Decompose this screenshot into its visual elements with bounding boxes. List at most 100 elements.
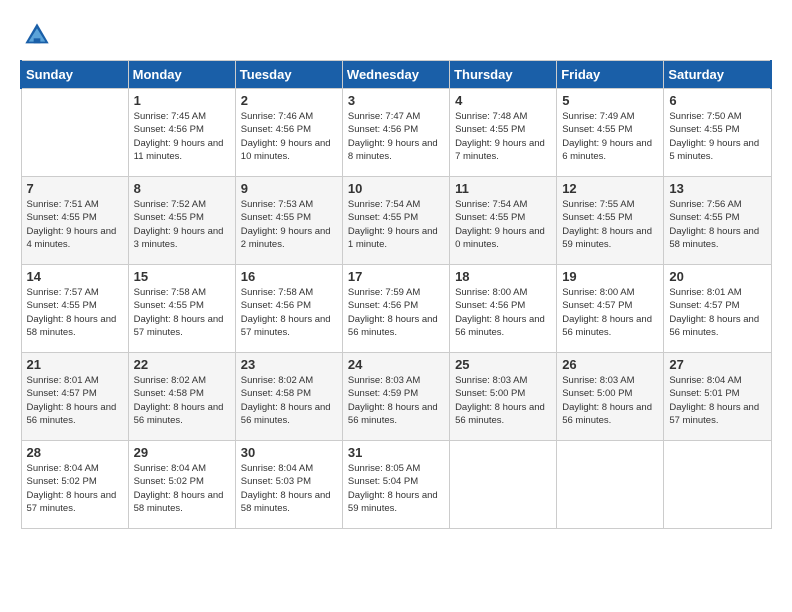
day-number: 8 xyxy=(134,181,230,196)
calendar-cell: 20Sunrise: 8:01 AMSunset: 4:57 PMDayligh… xyxy=(664,265,771,353)
col-friday: Friday xyxy=(557,61,664,89)
calendar-cell xyxy=(450,441,557,529)
calendar-cell: 11 Sunrise: 7:54 AMSunset: 4:55 PMDayligh… xyxy=(450,177,557,265)
day-info: Sunrise: 7:58 AMSunset: 4:56 PMDaylight:… xyxy=(241,286,337,339)
day-info: Sunrise: 7:54 AMSunset: 4:55 PMDaylight:… xyxy=(455,198,551,251)
col-sunday: Sunday xyxy=(21,61,128,89)
day-number: 10 xyxy=(348,181,444,196)
day-number: 13 xyxy=(669,181,765,196)
day-info: Sunrise: 8:03 AMSunset: 5:00 PMDaylight:… xyxy=(455,374,551,427)
page-header xyxy=(20,20,772,50)
day-number: 26 xyxy=(562,357,658,372)
calendar-cell: 1 Sunrise: 7:45 AMSunset: 4:56 PMDaylight… xyxy=(128,89,235,177)
day-info: Sunrise: 8:01 AMSunset: 4:57 PMDaylight:… xyxy=(27,374,123,427)
calendar-week-row: 1 Sunrise: 7:45 AMSunset: 4:56 PMDaylight… xyxy=(21,89,771,177)
logo-icon xyxy=(22,20,52,50)
day-info: Sunrise: 7:49 AMSunset: 4:55 PMDaylight:… xyxy=(562,110,658,163)
day-number: 9 xyxy=(241,181,337,196)
calendar-week-row: 21Sunrise: 8:01 AMSunset: 4:57 PMDayligh… xyxy=(21,353,771,441)
calendar-cell: 19 Sunrise: 8:00 AMSunset: 4:57 PMDayligh… xyxy=(557,265,664,353)
calendar-cell: 25 Sunrise: 8:03 AMSunset: 5:00 PMDayligh… xyxy=(450,353,557,441)
calendar-cell xyxy=(664,441,771,529)
calendar-cell xyxy=(21,89,128,177)
day-info: Sunrise: 7:56 AMSunset: 4:55 PMDaylight:… xyxy=(669,198,765,251)
day-info: Sunrise: 8:04 AMSunset: 5:03 PMDaylight:… xyxy=(241,462,337,515)
day-number: 27 xyxy=(669,357,765,372)
day-info: Sunrise: 7:48 AMSunset: 4:55 PMDaylight:… xyxy=(455,110,551,163)
day-info: Sunrise: 8:04 AMSunset: 5:02 PMDaylight:… xyxy=(134,462,230,515)
day-info: Sunrise: 7:46 AMSunset: 4:56 PMDaylight:… xyxy=(241,110,337,163)
day-info: Sunrise: 8:03 AMSunset: 5:00 PMDaylight:… xyxy=(562,374,658,427)
day-number: 4 xyxy=(455,93,551,108)
day-info: Sunrise: 8:00 AMSunset: 4:57 PMDaylight:… xyxy=(562,286,658,339)
calendar-cell: 26 Sunrise: 8:03 AMSunset: 5:00 PMDayligh… xyxy=(557,353,664,441)
day-number: 19 xyxy=(562,269,658,284)
calendar-cell: 12 Sunrise: 7:55 AMSunset: 4:55 PMDayligh… xyxy=(557,177,664,265)
calendar-cell: 8 Sunrise: 7:52 AMSunset: 4:55 PMDaylight… xyxy=(128,177,235,265)
day-number: 7 xyxy=(27,181,123,196)
day-info: Sunrise: 7:59 AMSunset: 4:56 PMDaylight:… xyxy=(348,286,444,339)
calendar-week-row: 7 Sunrise: 7:51 AMSunset: 4:55 PMDaylight… xyxy=(21,177,771,265)
calendar-cell: 30Sunrise: 8:04 AMSunset: 5:03 PMDayligh… xyxy=(235,441,342,529)
day-number: 2 xyxy=(241,93,337,108)
day-info: Sunrise: 7:52 AMSunset: 4:55 PMDaylight:… xyxy=(134,198,230,251)
calendar-week-row: 28 Sunrise: 8:04 AMSunset: 5:02 PMDayligh… xyxy=(21,441,771,529)
calendar-cell: 4 Sunrise: 7:48 AMSunset: 4:55 PMDaylight… xyxy=(450,89,557,177)
calendar-cell: 28 Sunrise: 8:04 AMSunset: 5:02 PMDayligh… xyxy=(21,441,128,529)
day-number: 24 xyxy=(348,357,444,372)
day-number: 31 xyxy=(348,445,444,460)
day-info: Sunrise: 7:54 AMSunset: 4:55 PMDaylight:… xyxy=(348,198,444,251)
calendar-cell: 21Sunrise: 8:01 AMSunset: 4:57 PMDayligh… xyxy=(21,353,128,441)
day-info: Sunrise: 7:57 AMSunset: 4:55 PMDaylight:… xyxy=(27,286,123,339)
day-info: Sunrise: 8:05 AMSunset: 5:04 PMDaylight:… xyxy=(348,462,444,515)
calendar-cell: 17 Sunrise: 7:59 AMSunset: 4:56 PMDayligh… xyxy=(342,265,449,353)
calendar-cell: 5 Sunrise: 7:49 AMSunset: 4:55 PMDaylight… xyxy=(557,89,664,177)
day-info: Sunrise: 8:04 AMSunset: 5:02 PMDaylight:… xyxy=(27,462,123,515)
day-info: Sunrise: 8:02 AMSunset: 4:58 PMDaylight:… xyxy=(241,374,337,427)
day-info: Sunrise: 7:53 AMSunset: 4:55 PMDaylight:… xyxy=(241,198,337,251)
day-number: 11 xyxy=(455,181,551,196)
day-number: 6 xyxy=(669,93,765,108)
logo xyxy=(20,20,56,50)
day-info: Sunrise: 7:55 AMSunset: 4:55 PMDaylight:… xyxy=(562,198,658,251)
day-number: 29 xyxy=(134,445,230,460)
day-info: Sunrise: 8:03 AMSunset: 4:59 PMDaylight:… xyxy=(348,374,444,427)
day-info: Sunrise: 7:58 AMSunset: 4:55 PMDaylight:… xyxy=(134,286,230,339)
calendar-cell: 10 Sunrise: 7:54 AMSunset: 4:55 PMDayligh… xyxy=(342,177,449,265)
day-info: Sunrise: 8:04 AMSunset: 5:01 PMDaylight:… xyxy=(669,374,765,427)
calendar-cell: 9 Sunrise: 7:53 AMSunset: 4:55 PMDaylight… xyxy=(235,177,342,265)
calendar-cell: 3Sunrise: 7:47 AMSunset: 4:56 PMDaylight… xyxy=(342,89,449,177)
day-number: 20 xyxy=(669,269,765,284)
day-number: 25 xyxy=(455,357,551,372)
calendar-table: Sunday Monday Tuesday Wednesday Thursday… xyxy=(20,60,772,529)
day-number: 23 xyxy=(241,357,337,372)
calendar-cell: 31 Sunrise: 8:05 AMSunset: 5:04 PMDayligh… xyxy=(342,441,449,529)
day-number: 12 xyxy=(562,181,658,196)
calendar-cell: 23 Sunrise: 8:02 AMSunset: 4:58 PMDayligh… xyxy=(235,353,342,441)
day-info: Sunrise: 7:47 AMSunset: 4:56 PMDaylight:… xyxy=(348,110,444,163)
day-info: Sunrise: 8:00 AMSunset: 4:56 PMDaylight:… xyxy=(455,286,551,339)
col-saturday: Saturday xyxy=(664,61,771,89)
day-number: 5 xyxy=(562,93,658,108)
day-number: 28 xyxy=(27,445,123,460)
calendar-cell: 18 Sunrise: 8:00 AMSunset: 4:56 PMDayligh… xyxy=(450,265,557,353)
calendar-body: 1 Sunrise: 7:45 AMSunset: 4:56 PMDaylight… xyxy=(21,89,771,529)
calendar-cell: 24 Sunrise: 8:03 AMSunset: 4:59 PMDayligh… xyxy=(342,353,449,441)
day-info: Sunrise: 8:02 AMSunset: 4:58 PMDaylight:… xyxy=(134,374,230,427)
day-number: 1 xyxy=(134,93,230,108)
day-number: 15 xyxy=(134,269,230,284)
header-row: Sunday Monday Tuesday Wednesday Thursday… xyxy=(21,61,771,89)
calendar-cell xyxy=(557,441,664,529)
col-thursday: Thursday xyxy=(450,61,557,89)
day-info: Sunrise: 7:45 AMSunset: 4:56 PMDaylight:… xyxy=(134,110,230,163)
calendar-cell: 16Sunrise: 7:58 AMSunset: 4:56 PMDayligh… xyxy=(235,265,342,353)
day-info: Sunrise: 7:51 AMSunset: 4:55 PMDaylight:… xyxy=(27,198,123,251)
day-number: 18 xyxy=(455,269,551,284)
calendar-cell: 2 Sunrise: 7:46 AMSunset: 4:56 PMDaylight… xyxy=(235,89,342,177)
day-number: 17 xyxy=(348,269,444,284)
calendar-cell: 7 Sunrise: 7:51 AMSunset: 4:55 PMDaylight… xyxy=(21,177,128,265)
calendar-cell: 13 Sunrise: 7:56 AMSunset: 4:55 PMDayligh… xyxy=(664,177,771,265)
calendar-week-row: 14Sunrise: 7:57 AMSunset: 4:55 PMDayligh… xyxy=(21,265,771,353)
col-monday: Monday xyxy=(128,61,235,89)
calendar-cell: 27 Sunrise: 8:04 AMSunset: 5:01 PMDayligh… xyxy=(664,353,771,441)
